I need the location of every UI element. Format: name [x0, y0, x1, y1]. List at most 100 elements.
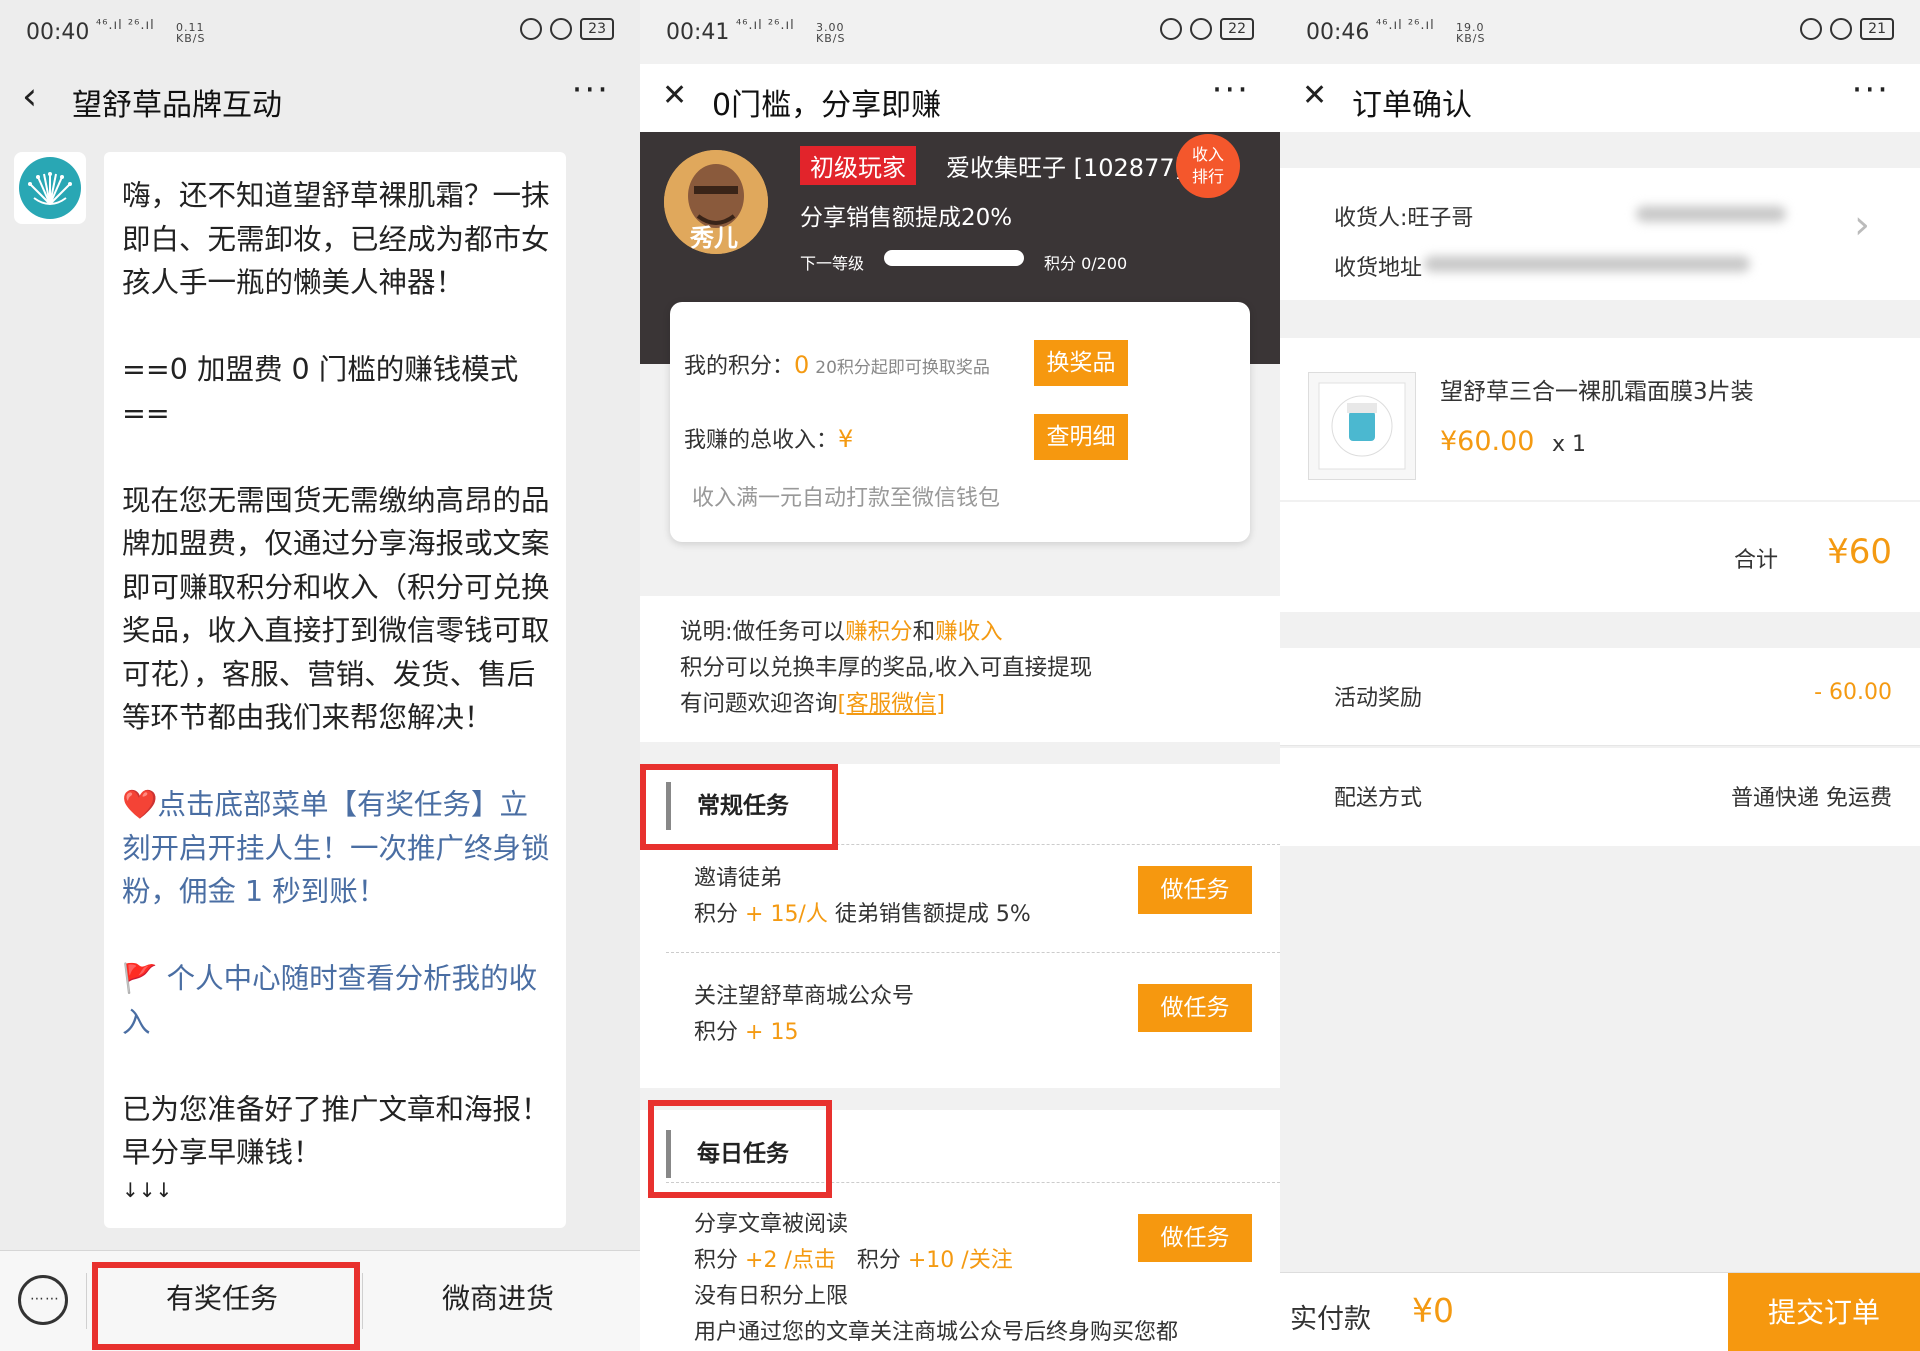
address-value	[1424, 256, 1750, 272]
center-link[interactable]: 个人中心随时查看分析我的收入	[122, 962, 537, 1039]
nav-bar: ✕ 订单确认 ···	[1280, 64, 1920, 132]
status-bar: 00:41 ⁴⁶.ıl ²⁶.ıl 3.00 KB/S 22	[640, 0, 1280, 64]
status-bar: 00:40 ⁴⁶.ıl ²⁶.ıl 0.11 KB/S 23	[0, 0, 640, 64]
product-quantity: x 1	[1552, 432, 1587, 457]
task-note: 用户通过您的文章关注商城公众号后终身购买您都	[694, 1320, 1179, 1345]
total-value: ¥60	[1827, 532, 1892, 572]
more-icon[interactable]: ···	[1212, 70, 1250, 110]
redeem-button[interactable]: 换奖品	[1034, 340, 1128, 386]
network-speed: 3.00 KB/S	[816, 21, 846, 45]
do-task-button[interactable]: 做任务	[1138, 1214, 1252, 1262]
level-progress-bar	[884, 250, 1024, 266]
order-panel: 00:46 ⁴⁶.ıl ²⁶.ıl 19.0 KB/S 21 ✕ 订单确认 ··…	[1280, 0, 1920, 1351]
alarm-icon	[1830, 18, 1853, 40]
detail-button[interactable]: 查明细	[1034, 414, 1128, 460]
task-panel: 00:41 ⁴⁶.ıl ²⁶.ıl 3.00 KB/S 22 ✕ 0门槛，分享即…	[640, 0, 1280, 1351]
cta-link[interactable]: 点击底部菜单【有奖任务】立刻开启开挂人生！一次推广终身锁粉，佣金 1 秒到账！	[122, 788, 550, 908]
points-hint: 20积分起即可换取奖品	[815, 358, 990, 378]
close-icon[interactable]: ✕	[1302, 74, 1327, 118]
network-speed: 19.0 KB/S	[1456, 21, 1486, 45]
avatar[interactable]: 秀儿	[664, 150, 768, 254]
chat-panel: 00:40 ⁴⁶.ıl ²⁶.ıl 0.11 KB/S 23 ‹ 望舒草品牌互动…	[0, 0, 640, 1351]
task-name: 关注望舒草商城公众号	[694, 984, 915, 1009]
task-description: 说明:做任务可以赚积分和赚收入 积分可以兑换丰厚的奖品,收入可直接提现 有问题欢…	[640, 596, 1280, 742]
battery-icon: 23	[580, 18, 614, 40]
page-title: 订单确认	[1352, 88, 1472, 123]
product-price: ¥60.00	[1440, 426, 1535, 457]
product-name: 望舒草三合一裸肌霜面膜3片装	[1440, 379, 1754, 405]
message-arrows: ↓↓↓	[122, 1177, 173, 1202]
status-time: 00:41	[666, 20, 730, 45]
task-note: 没有日积分上限	[694, 1284, 849, 1309]
brand-avatar[interactable]	[14, 152, 86, 224]
message-mode: ==0 加盟费 0 门槛的赚钱模式==	[122, 353, 519, 430]
delivery-value: 普通快递 免运费	[1731, 786, 1892, 811]
menu-item-wholesale[interactable]: 微商进货	[442, 1277, 554, 1317]
receiver-name: 收货人:旺子哥	[1334, 206, 1474, 231]
address-section[interactable]: 收货人:旺子哥 收货地址 ›	[1280, 168, 1920, 300]
highlight-box	[640, 764, 838, 850]
network-speed: 0.11 KB/S	[176, 21, 206, 45]
customer-service-link[interactable]: [客服微信]	[838, 691, 946, 717]
message-cta[interactable]: ❤️点击底部菜单【有奖任务】立刻开启开挂人生！一次推广终身锁粉，佣金 1 秒到账…	[122, 783, 550, 914]
payout-note: 收入满一元自动打款至微信钱包	[692, 486, 1001, 511]
address-label: 收货地址	[1334, 256, 1423, 281]
submit-order-button[interactable]: 提交订单	[1728, 1273, 1920, 1351]
income-rank-button[interactable]: 收入 排行	[1176, 134, 1240, 198]
signal-icon: ⁴⁶.ıl ²⁶.ıl	[1376, 18, 1435, 33]
chevron-left-icon[interactable]: ‹	[22, 74, 37, 118]
status-bar: 00:46 ⁴⁶.ıl ²⁶.ıl 19.0 KB/S 21	[1280, 0, 1920, 64]
message-bubble: 嗨，还不知道望舒草裸肌霜？一抹即白、无需卸妆，已经成为都市女孩人手一瓶的懒美人神…	[104, 152, 566, 1228]
more-icon[interactable]: ···	[1852, 70, 1890, 110]
lock-icon	[520, 18, 543, 40]
product-thumbnail[interactable]	[1308, 372, 1416, 480]
keyboard-icon[interactable]: ⋯⋯	[18, 1275, 68, 1325]
delivery-label: 配送方式	[1334, 786, 1423, 811]
income-row: 我赚的总收入：¥	[684, 425, 854, 453]
status-time: 00:40	[26, 20, 90, 45]
battery-icon: 22	[1220, 18, 1254, 40]
task-name: 分享文章被阅读	[694, 1212, 849, 1237]
highlight-box	[648, 1100, 832, 1198]
task-name: 邀请徒弟	[694, 866, 783, 891]
reward-row: 活动奖励 - 60.00	[1280, 648, 1920, 746]
task-points: 积分 + 15/人 徒弟销售额提成 5%	[694, 902, 1031, 927]
nickname: 爱收集旺子 [102877]	[946, 154, 1184, 182]
reward-value: - 60.00	[1814, 680, 1892, 705]
points-card: 我的积分：0 20积分起即可换取奖品 换奖品 我赚的总收入：¥ 查明细 收入满一元…	[670, 302, 1250, 542]
checkout-footer: 实付款 ¥0 提交订单	[1280, 1272, 1920, 1351]
nav-bar: ✕ 0门槛，分享即赚 ···	[640, 64, 1280, 132]
delivery-row[interactable]: 配送方式 普通快递 免运费	[1280, 748, 1920, 846]
heart-icon: ❤️	[122, 788, 158, 821]
brand-logo-icon	[19, 157, 81, 219]
signal-icon: ⁴⁶.ıl ²⁶.ıl	[96, 18, 155, 33]
paid-value: ¥0	[1412, 1291, 1454, 1330]
alarm-icon	[550, 18, 573, 40]
highlight-box	[92, 1262, 360, 1350]
points-row: 我的积分：0 20积分起即可换取奖品	[684, 351, 990, 379]
lock-icon	[1160, 18, 1183, 40]
flag-icon: 🚩	[122, 962, 158, 995]
message-body: 现在您无需囤货无需缴纳高昂的品牌加盟费，仅通过分享海报或文案即可赚取积分和收入（…	[122, 483, 550, 735]
avatar-label: 秀儿	[690, 224, 738, 252]
income-currency: ¥	[838, 425, 854, 453]
page-title: 0门槛，分享即赚	[712, 88, 942, 123]
battery-icon: 21	[1860, 18, 1894, 40]
screenshot-collage: 00:40 ⁴⁶.ıl ²⁶.ıl 0.11 KB/S 23 ‹ 望舒草品牌互动…	[0, 0, 1920, 1351]
points-level: 积分 0/200	[1044, 254, 1128, 273]
more-icon[interactable]: ···	[572, 70, 610, 110]
do-task-button[interactable]: 做任务	[1138, 984, 1252, 1032]
total-label: 合计	[1734, 548, 1779, 573]
level-badge: 初级玩家	[800, 146, 916, 185]
task-points: 积分 + 15	[694, 1020, 799, 1045]
message-center[interactable]: 🚩 个人中心随时查看分析我的收入	[122, 957, 550, 1044]
status-time: 00:46	[1306, 20, 1370, 45]
close-icon[interactable]: ✕	[662, 74, 687, 118]
message-intro: 嗨，还不知道望舒草裸肌霜？一抹即白、无需卸妆，已经成为都市女孩人手一瓶的懒美人神…	[122, 179, 550, 299]
chevron-right-icon: ›	[1854, 202, 1870, 248]
points-value: 0	[794, 351, 810, 379]
do-task-button[interactable]: 做任务	[1138, 866, 1252, 914]
product-image-icon	[1318, 382, 1406, 470]
total-row: 合计 ¥60	[1280, 502, 1920, 612]
paid-label: 实付款	[1290, 1304, 1371, 1335]
